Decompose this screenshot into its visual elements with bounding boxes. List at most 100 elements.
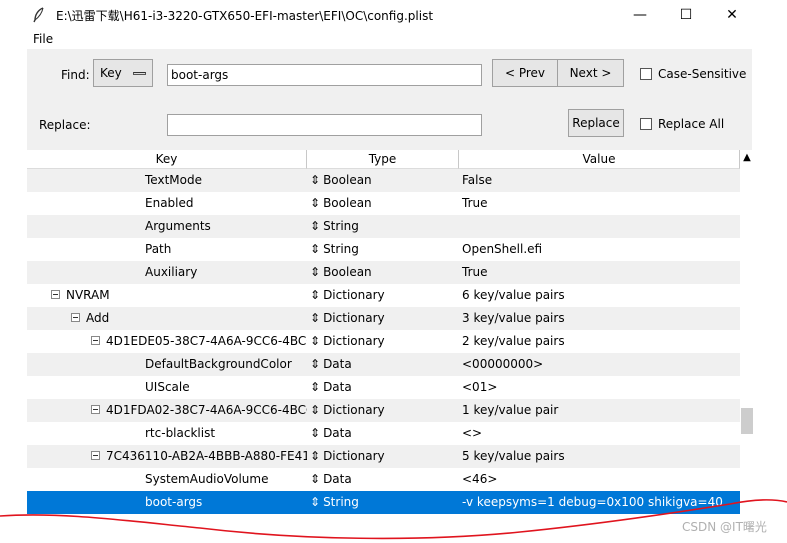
row-value[interactable]: False [462, 173, 492, 187]
row-type-label: Data [323, 357, 352, 371]
row-type[interactable]: ⇕ Dictionary [310, 334, 385, 348]
collapse-toggle-icon[interactable] [71, 313, 80, 322]
scroll-up-icon[interactable]: ▲ [740, 152, 754, 164]
menu-bar: File [0, 30, 787, 49]
row-type[interactable]: ⇕ Boolean [310, 196, 372, 210]
row-type[interactable]: ⇕ Data [310, 380, 352, 394]
key-cell: 4D1FDA02-38C7-4A6A-9CC6-4BCCA8B30102 [27, 399, 307, 422]
tree-row[interactable]: Enabled ⇕ Boolean True [27, 192, 740, 215]
row-key: Auxiliary [145, 265, 198, 279]
row-type[interactable]: ⇕ String [310, 219, 359, 233]
row-type[interactable]: ⇕ Data [310, 472, 352, 486]
key-cell: Enabled [27, 192, 307, 215]
case-sensitive-label: Case-Sensitive [658, 67, 747, 81]
column-header-type[interactable]: Type [307, 150, 459, 169]
type-spinner-icon: ⇕ [310, 472, 321, 486]
column-header-value[interactable]: Value [459, 150, 740, 169]
row-type-label: Dictionary [323, 334, 385, 348]
row-key: Arguments [145, 219, 211, 233]
type-spinner-icon: ⇕ [310, 380, 321, 394]
row-key: SystemAudioVolume [145, 472, 269, 486]
tree-row[interactable]: 4D1FDA02-38C7-4A6A-9CC6-4BCCA8B30102⇕Dic… [27, 399, 740, 422]
row-key: Enabled [145, 196, 194, 210]
row-value[interactable]: <46> [462, 472, 497, 486]
tree-row[interactable]: Auxiliary ⇕ Boolean True [27, 261, 740, 284]
menu-file[interactable]: File [33, 32, 53, 46]
minimize-icon: — [633, 7, 647, 23]
row-value[interactable]: True [462, 265, 488, 279]
tree-row[interactable]: Arguments ⇕ String [27, 215, 740, 238]
key-cell: TextMode [27, 169, 307, 192]
minimize-button[interactable]: — [617, 0, 663, 30]
collapse-toggle-icon[interactable] [91, 451, 100, 460]
row-type[interactable]: ⇕ Dictionary [310, 403, 385, 417]
replace-all-label: Replace All [658, 117, 725, 131]
key-cell: UIScale [27, 376, 307, 399]
row-type[interactable]: ⇕ Data [310, 357, 352, 371]
type-spinner-icon: ⇕ [310, 173, 321, 187]
row-value[interactable]: <> [462, 426, 482, 440]
row-type[interactable]: ⇕ Boolean [310, 173, 372, 187]
key-cell: DefaultBackgroundColor [27, 353, 307, 376]
window-title: E:\迅雷下载\H61-i3-3220-GTX650-EFI-master\EF… [56, 9, 434, 23]
find-input[interactable]: boot-args [167, 64, 482, 86]
replace-all-checkbox[interactable] [640, 118, 652, 130]
replace-button[interactable]: Replace [568, 109, 624, 137]
row-key: Path [145, 242, 172, 256]
tree-row[interactable]: DefaultBackgroundColor ⇕ Data <00000000> [27, 353, 740, 376]
row-type[interactable]: ⇕ Dictionary [310, 288, 385, 302]
tree-row[interactable]: SystemAudioVolume ⇕ Data <46> [27, 468, 740, 491]
tree-row[interactable]: 4D1EDE05-38C7-4A6A-9CC6-4BCCA8B38C14⇕Dic… [27, 330, 740, 353]
collapse-toggle-icon[interactable] [91, 405, 100, 414]
key-cell: Path [27, 238, 307, 261]
type-spinner-icon: ⇕ [310, 334, 321, 348]
row-value[interactable]: <01> [462, 380, 497, 394]
key-cell: 4D1EDE05-38C7-4A6A-9CC6-4BCCA8B38C14 [27, 330, 307, 353]
close-button[interactable]: ✕ [709, 0, 755, 30]
case-sensitive-checkbox[interactable] [640, 68, 652, 80]
row-type-label: Dictionary [323, 311, 385, 325]
tree-row[interactable]: 7C436110-AB2A-4BBB-A880-FE41995C9F82⇕Dic… [27, 445, 740, 468]
scroll-thumb[interactable] [741, 408, 753, 434]
row-value[interactable]: 1 key/value pair [462, 403, 558, 417]
maximize-button[interactable]: ☐ [663, 0, 709, 30]
row-type-label: String [323, 219, 359, 233]
tree-row[interactable]: UIScale ⇕ Data <01> [27, 376, 740, 399]
row-key: Add [86, 311, 110, 325]
type-spinner-icon: ⇕ [310, 403, 321, 417]
row-type[interactable]: ⇕ String [310, 242, 359, 256]
row-value[interactable]: 2 key/value pairs [462, 334, 565, 348]
collapse-toggle-icon[interactable] [91, 336, 100, 345]
row-type-label: Data [323, 472, 352, 486]
replace-input[interactable] [167, 114, 482, 136]
collapse-toggle-icon[interactable] [51, 290, 60, 299]
type-spinner-icon: ⇕ [310, 311, 321, 325]
next-button[interactable]: Next > [557, 59, 624, 87]
prev-button[interactable]: < Prev [492, 59, 558, 87]
row-value[interactable]: 5 key/value pairs [462, 449, 565, 463]
row-key: 7C436110-AB2A-4BBB-A880-FE41995C9F82 [106, 449, 307, 463]
tree-row[interactable]: NVRAM ⇕ Dictionary 6 key/value pairs [27, 284, 740, 307]
tree-row[interactable]: Add ⇕ Dictionary 3 key/value pairs [27, 307, 740, 330]
tree-row[interactable]: Path ⇕ String OpenShell.efi [27, 238, 740, 261]
vertical-scrollbar[interactable]: ▲ [740, 150, 754, 518]
row-type[interactable]: ⇕ Dictionary [310, 311, 385, 325]
row-value[interactable]: OpenShell.efi [462, 242, 542, 256]
row-key: 4D1FDA02-38C7-4A6A-9CC6-4BCCA8B30102 [106, 403, 307, 417]
row-type[interactable]: ⇕ Dictionary [310, 449, 385, 463]
type-spinner-icon: ⇕ [310, 288, 321, 302]
type-spinner-icon: ⇕ [310, 242, 321, 256]
find-mode-select[interactable]: Key [93, 59, 153, 87]
row-type[interactable]: ⇕ Data [310, 426, 352, 440]
row-key: DefaultBackgroundColor [145, 357, 292, 371]
row-key: TextMode [145, 173, 202, 187]
row-value[interactable]: True [462, 196, 488, 210]
tree-row[interactable]: rtc-blacklist ⇕ Data <> [27, 422, 740, 445]
row-value[interactable]: <00000000> [462, 357, 543, 371]
replace-label: Replace: [39, 118, 91, 132]
tree-row[interactable]: TextMode ⇕ Boolean False [27, 169, 740, 192]
column-header-key[interactable]: Key [27, 150, 307, 169]
row-value[interactable]: 6 key/value pairs [462, 288, 565, 302]
row-type[interactable]: ⇕ Boolean [310, 265, 372, 279]
row-value[interactable]: 3 key/value pairs [462, 311, 565, 325]
